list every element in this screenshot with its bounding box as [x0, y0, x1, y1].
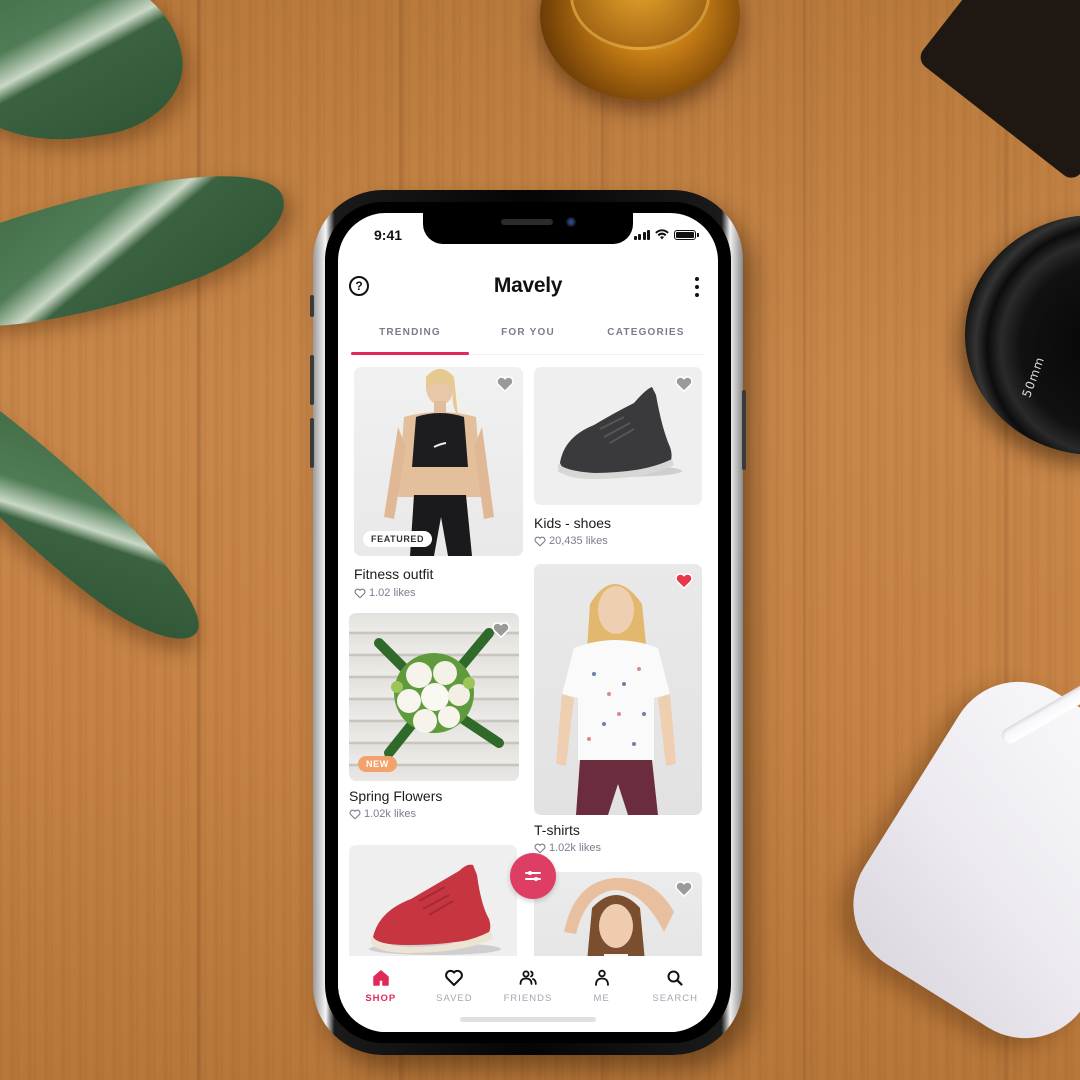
app-title: Mavely: [493, 274, 563, 297]
tabbar-search[interactable]: SEARCH: [638, 956, 712, 1032]
camera-lens: [965, 215, 1080, 455]
product-image[interactable]: [534, 872, 702, 957]
likes-count: 1.02 likes: [369, 587, 416, 599]
filter-sliders-icon: [525, 871, 541, 881]
signal-icon: [633, 230, 650, 240]
badge-new: NEW: [358, 756, 397, 772]
product-card[interactable]: [534, 872, 702, 957]
heart-icon[interactable]: [675, 881, 693, 897]
tabbar-label: FRIENDS: [503, 993, 553, 1004]
product-title[interactable]: Kids - shoes: [534, 515, 611, 531]
heart-filled-icon[interactable]: [675, 573, 693, 589]
phone-device: 9:41 ? Mavely TRENDING FOR YOU CATEGORIE…: [310, 190, 746, 1055]
tab-for-you[interactable]: FOR YOU: [469, 313, 587, 354]
fitness-outfit-photo: [384, 369, 494, 556]
product-card[interactable]: NEW Spring Flowers 1.02k likes: [349, 613, 519, 823]
badge-featured: FEATURED: [363, 531, 433, 547]
product-card[interactable]: T-shirts 1.02k likes: [534, 564, 702, 854]
product-image[interactable]: [534, 564, 702, 815]
tabbar-label: SEARCH: [652, 993, 698, 1004]
product-image[interactable]: FEATURED: [354, 367, 523, 556]
airpods-case: [826, 655, 1080, 1065]
heart-outline-icon: [534, 536, 546, 547]
product-likes: 1.02 likes: [354, 587, 415, 599]
wifi-icon: [655, 229, 669, 240]
heart-icon[interactable]: [496, 376, 514, 392]
product-image[interactable]: [534, 367, 702, 505]
product-likes: 1.02k likes: [349, 808, 416, 820]
plant-leaf: [0, 0, 192, 156]
app-screen: 9:41 ? Mavely TRENDING FOR YOU CATEGORIE…: [338, 213, 718, 1032]
top-tabs: TRENDING FOR YOU CATEGORIES: [351, 313, 705, 355]
camera-body: [915, 0, 1080, 183]
tshirt-photo: [556, 584, 676, 815]
home-icon: [373, 970, 389, 986]
product-image[interactable]: NEW: [349, 613, 519, 781]
earpiece-speaker: [501, 219, 553, 225]
heart-outline-icon: [354, 588, 366, 599]
phone-mute-switch: [310, 295, 314, 317]
status-icons: [633, 229, 699, 240]
tabbar-label: SHOP: [365, 993, 397, 1004]
app-header: ? Mavely: [338, 268, 718, 308]
product-image[interactable]: [349, 845, 517, 957]
phone-volume-up: [310, 355, 314, 405]
red-sneaker-photo: [369, 864, 501, 955]
battery-icon: [674, 230, 699, 240]
product-likes: 20,435 likes: [534, 535, 608, 547]
home-indicator[interactable]: [460, 1017, 596, 1022]
bottom-tab-bar: SHOP SAVED FRIENDS ME SEARCH: [338, 956, 718, 1032]
heart-icon[interactable]: [675, 376, 693, 392]
likes-count: 1.02k likes: [364, 808, 416, 820]
status-time: 9:41: [374, 227, 403, 243]
phone-power-button: [742, 390, 746, 470]
tab-categories[interactable]: CATEGORIES: [587, 313, 705, 354]
product-title[interactable]: Fitness outfit: [354, 566, 433, 582]
tabbar-label: ME: [593, 993, 610, 1004]
phone-volume-down: [310, 418, 314, 468]
notch: [423, 213, 633, 244]
product-card[interactable]: [349, 845, 517, 957]
filter-button[interactable]: [510, 853, 556, 899]
tab-trending[interactable]: TRENDING: [351, 313, 469, 355]
tabbar-shop[interactable]: SHOP: [344, 956, 418, 1032]
plant-leaf: [0, 128, 300, 372]
product-card[interactable]: Kids - shoes 20,435 likes: [534, 367, 702, 547]
likes-count: 20,435 likes: [549, 535, 608, 547]
person-icon: [594, 969, 609, 986]
front-camera: [566, 217, 576, 227]
heart-icon[interactable]: [492, 622, 510, 638]
heart-outline-icon: [534, 843, 546, 854]
heart-icon: [445, 969, 464, 986]
tabbar-label: SAVED: [436, 993, 473, 1004]
heart-outline-icon: [349, 809, 361, 820]
product-title[interactable]: T-shirts: [534, 822, 580, 838]
vertical-ellipsis-icon[interactable]: [694, 277, 700, 297]
product-likes: 1.02k likes: [534, 842, 601, 854]
likes-count: 1.02k likes: [549, 842, 601, 854]
product-card[interactable]: FEATURED Fitness outfit 1.02 likes: [354, 367, 523, 602]
brass-object: [540, 0, 740, 100]
friends-icon: [519, 970, 537, 985]
product-title[interactable]: Spring Flowers: [349, 788, 442, 804]
search-icon: [667, 970, 683, 986]
plant-leaf: [0, 368, 230, 662]
